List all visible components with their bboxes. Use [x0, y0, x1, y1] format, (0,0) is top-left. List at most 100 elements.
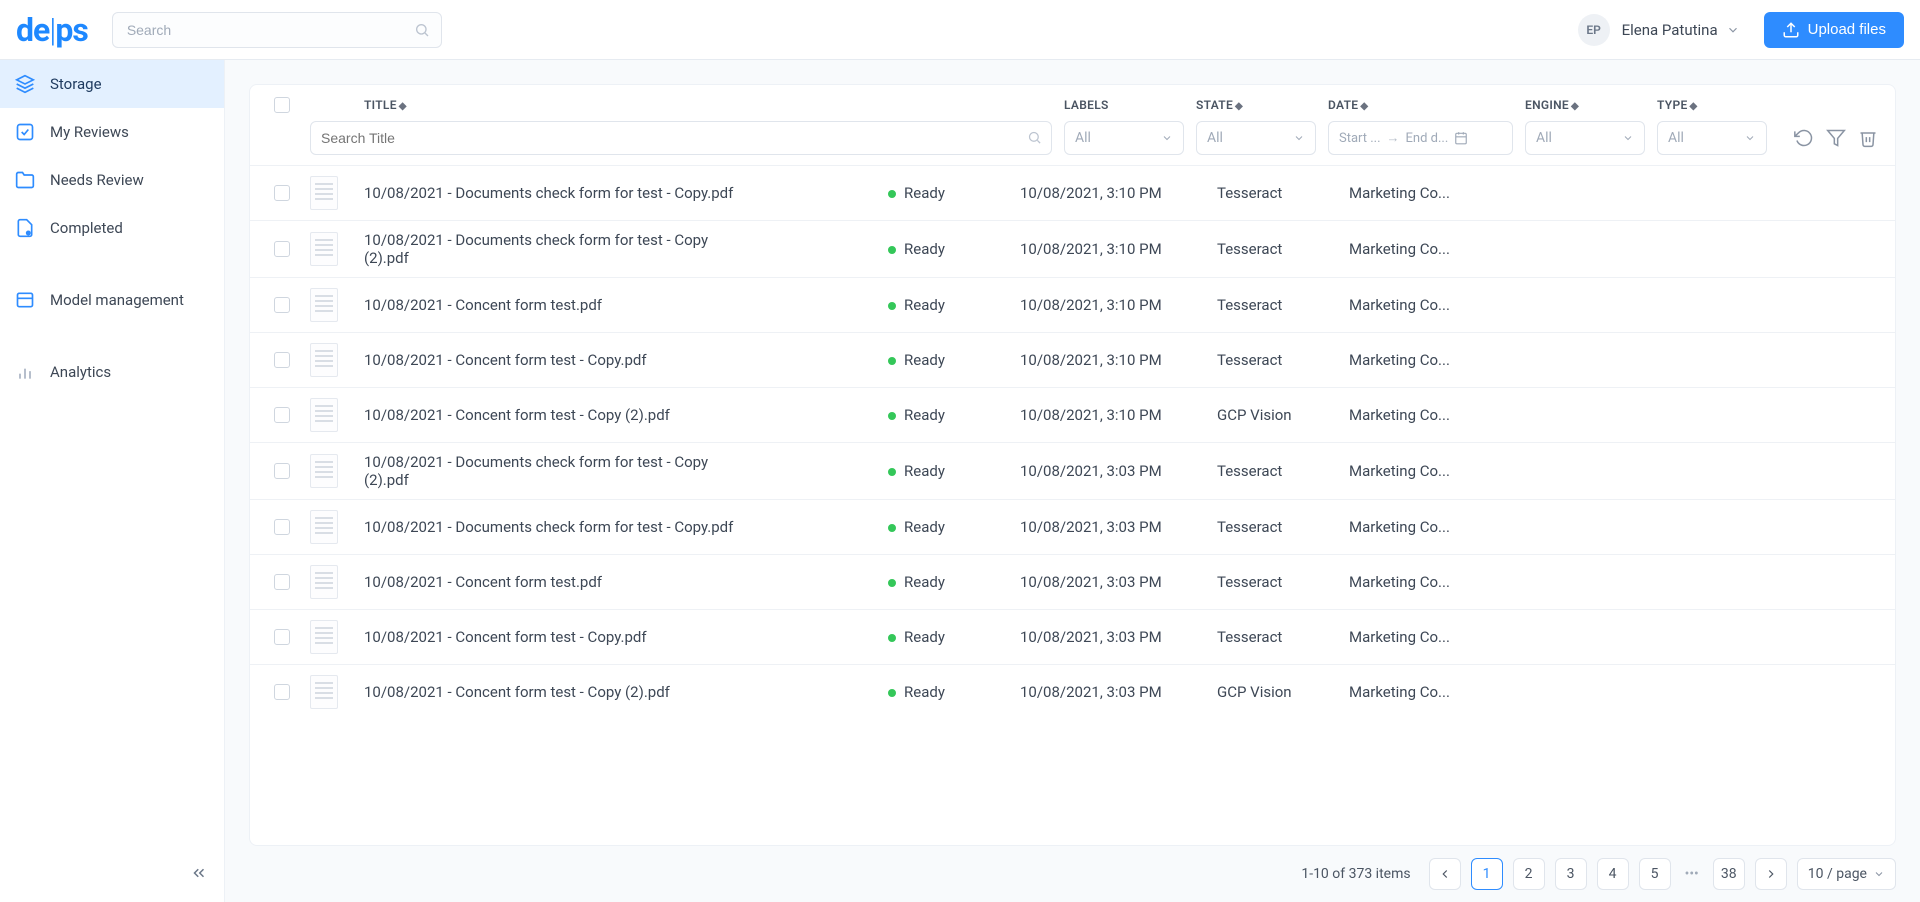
sidebar-item-label: Storage	[50, 75, 102, 93]
status-dot-icon	[888, 357, 896, 365]
filter-type-select[interactable]: All	[1657, 121, 1767, 155]
upload-files-button[interactable]: Upload files	[1764, 12, 1904, 48]
table-row[interactable]: 10/08/2021 - Documents check form for te…	[250, 499, 1895, 554]
filter-state-select[interactable]: All	[1196, 121, 1316, 155]
collapse-sidebar-button[interactable]	[190, 864, 208, 886]
sidebar-item-my-reviews[interactable]: My Reviews	[0, 108, 224, 156]
table-row[interactable]: 10/08/2021 - Concent form test.pdf Ready…	[250, 554, 1895, 609]
row-type: Marketing Co...	[1349, 628, 1459, 646]
status-dot-icon	[888, 302, 896, 310]
row-state: Ready	[888, 406, 1008, 424]
page-4-button[interactable]: 4	[1597, 858, 1629, 890]
row-date: 10/08/2021, 3:03 PM	[1020, 518, 1205, 536]
filter-settings-button[interactable]	[1825, 127, 1847, 149]
filter-date-range[interactable]: Start ... → End d...	[1328, 121, 1513, 155]
table-row[interactable]: 10/08/2021 - Concent form test - Copy.pd…	[250, 609, 1895, 664]
status-dot-icon	[888, 246, 896, 254]
row-state: Ready	[888, 240, 1008, 258]
status-dot-icon	[888, 524, 896, 532]
column-header-labels[interactable]: LABELS	[1064, 98, 1184, 112]
select-all-checkbox[interactable]	[274, 97, 290, 113]
table-row[interactable]: 10/08/2021 - Documents check form for te…	[250, 442, 1895, 499]
reset-filters-button[interactable]	[1793, 127, 1815, 149]
row-checkbox[interactable]	[274, 574, 290, 590]
row-engine: Tesseract	[1217, 296, 1337, 314]
row-engine: Tesseract	[1217, 240, 1337, 258]
page-size-select[interactable]: 10 / page	[1797, 858, 1896, 890]
row-checkbox[interactable]	[274, 463, 290, 479]
chevron-down-icon[interactable]	[1726, 23, 1740, 37]
row-engine: Tesseract	[1217, 351, 1337, 369]
row-type: Marketing Co...	[1349, 296, 1459, 314]
page-prev-button[interactable]	[1429, 858, 1461, 890]
table-row[interactable]: 10/08/2021 - Concent form test - Copy (2…	[250, 387, 1895, 442]
table-row[interactable]: 10/08/2021 - Documents check form for te…	[250, 165, 1895, 220]
column-header-engine[interactable]: ENGINE◆	[1525, 98, 1645, 112]
filter-title-input[interactable]	[310, 121, 1052, 155]
row-checkbox[interactable]	[274, 407, 290, 423]
sidebar-item-model-management[interactable]: Model management	[0, 276, 224, 324]
documents-table: TITLE◆ LABELS STATE◆ DATE◆ ENGINE◆ TYPE◆	[249, 84, 1896, 846]
table-row[interactable]: 10/08/2021 - Concent form test - Copy (2…	[250, 664, 1895, 719]
row-checkbox[interactable]	[274, 684, 290, 700]
status-dot-icon	[888, 689, 896, 697]
page-5-button[interactable]: 5	[1639, 858, 1671, 890]
global-search	[112, 12, 442, 48]
sidebar: Storage My Reviews Needs Review Complete…	[0, 60, 225, 902]
page-last-button[interactable]: 38	[1713, 858, 1745, 890]
search-icon	[1027, 130, 1042, 145]
document-thumbnail	[310, 454, 338, 488]
review-icon	[14, 121, 36, 143]
page-2-button[interactable]: 2	[1513, 858, 1545, 890]
filter-labels-select[interactable]: All	[1064, 121, 1184, 155]
row-engine: GCP Vision	[1217, 406, 1337, 424]
row-date: 10/08/2021, 3:10 PM	[1020, 184, 1205, 202]
column-header-state[interactable]: STATE◆	[1196, 98, 1316, 112]
row-checkbox[interactable]	[274, 352, 290, 368]
row-date: 10/08/2021, 3:10 PM	[1020, 351, 1205, 369]
document-thumbnail	[310, 565, 338, 599]
storage-icon	[14, 73, 36, 95]
row-state: Ready	[888, 462, 1008, 480]
row-title: 10/08/2021 - Concent form test - Copy (2…	[364, 406, 744, 424]
search-icon	[414, 22, 430, 38]
page-3-button[interactable]: 3	[1555, 858, 1587, 890]
row-title: 10/08/2021 - Documents check form for te…	[364, 231, 744, 267]
table-row[interactable]: 10/08/2021 - Concent form test - Copy.pd…	[250, 332, 1895, 387]
page-next-button[interactable]	[1755, 858, 1787, 890]
filter-engine-select[interactable]: All	[1525, 121, 1645, 155]
row-checkbox[interactable]	[274, 519, 290, 535]
row-engine: Tesseract	[1217, 628, 1337, 646]
row-checkbox[interactable]	[274, 297, 290, 313]
page-1-button[interactable]: 1	[1471, 858, 1503, 890]
model-icon	[14, 289, 36, 311]
row-title: 10/08/2021 - Concent form test.pdf	[364, 573, 744, 591]
row-title: 10/08/2021 - Documents check form for te…	[364, 184, 744, 202]
user-name[interactable]: Elena Patutina	[1622, 21, 1718, 39]
status-dot-icon	[888, 579, 896, 587]
search-input[interactable]	[112, 12, 442, 48]
row-checkbox[interactable]	[274, 185, 290, 201]
upload-icon	[1782, 21, 1800, 39]
row-type: Marketing Co...	[1349, 240, 1459, 258]
folder-icon	[14, 169, 36, 191]
sidebar-item-analytics[interactable]: Analytics	[0, 348, 224, 396]
sidebar-item-needs-review[interactable]: Needs Review	[0, 156, 224, 204]
column-header-type[interactable]: TYPE◆	[1657, 98, 1767, 112]
row-title: 10/08/2021 - Documents check form for te…	[364, 453, 744, 489]
logo[interactable]: de|ps	[16, 11, 88, 49]
delete-button[interactable]	[1857, 127, 1879, 149]
sidebar-item-storage[interactable]: Storage	[0, 60, 224, 108]
avatar[interactable]: EP	[1578, 14, 1610, 46]
column-header-date[interactable]: DATE◆	[1328, 98, 1513, 112]
sidebar-item-completed[interactable]: Completed	[0, 204, 224, 252]
row-checkbox[interactable]	[274, 629, 290, 645]
row-date: 10/08/2021, 3:10 PM	[1020, 296, 1205, 314]
row-state: Ready	[888, 573, 1008, 591]
row-checkbox[interactable]	[274, 241, 290, 257]
table-row[interactable]: 10/08/2021 - Concent form test.pdf Ready…	[250, 277, 1895, 332]
table-row[interactable]: 10/08/2021 - Documents check form for te…	[250, 220, 1895, 277]
document-thumbnail	[310, 343, 338, 377]
page-ellipsis[interactable]: •••	[1681, 866, 1703, 882]
column-header-title[interactable]: TITLE◆	[364, 98, 1052, 112]
